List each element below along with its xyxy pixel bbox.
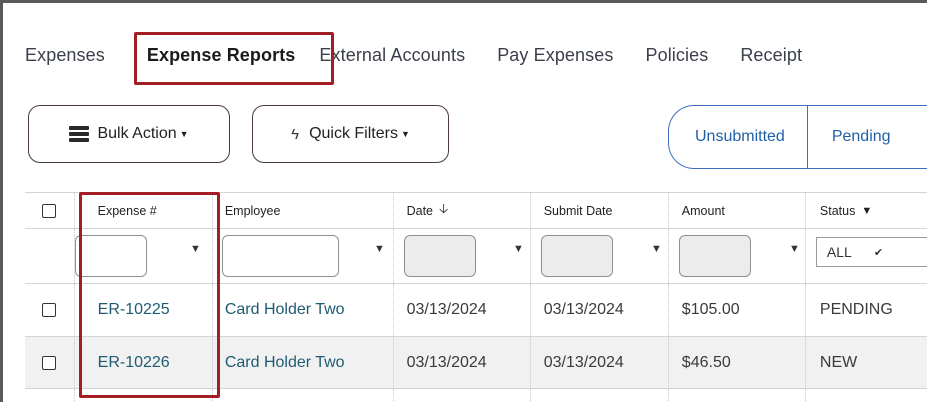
header-date[interactable]: Date 🡣 xyxy=(394,193,531,228)
employee-link[interactable]: Card Holder Two xyxy=(225,301,345,319)
header-submit-date-label: Submit Date xyxy=(543,203,613,218)
bulk-action-icon xyxy=(69,124,90,144)
tab-expenses[interactable]: Expenses xyxy=(25,45,105,66)
row-select-cell xyxy=(25,284,75,336)
date-value: 03/13/2024 xyxy=(406,353,487,371)
filter-submit-date-cell: ▼ xyxy=(531,229,669,283)
quick-filters-label: Quick Filters xyxy=(309,125,398,142)
amount-filter-input[interactable] xyxy=(678,235,751,277)
status-segmented-control: Unsubmitted Pending xyxy=(668,105,927,169)
sort-down-icon[interactable]: 🡣 xyxy=(439,200,448,222)
app-frame: Expenses Expense Reports External Accoun… xyxy=(0,0,927,402)
quick-filters-button[interactable]: ϟ Quick Filters ▼ xyxy=(252,105,449,163)
header-employee[interactable]: Employee xyxy=(213,193,394,228)
header-submit-date[interactable]: Submit Date xyxy=(531,193,669,228)
chevron-down-icon: ✔ xyxy=(873,246,884,259)
row-checkbox[interactable] xyxy=(42,355,57,370)
employee-filter-input[interactable] xyxy=(221,235,339,277)
header-amount[interactable]: Amount xyxy=(669,193,806,228)
amount-cell xyxy=(669,389,806,402)
date-value: 03/13/2024 xyxy=(406,301,487,318)
row-checkbox[interactable] xyxy=(42,303,57,317)
segment-pending[interactable]: Pending xyxy=(808,106,913,168)
status-cell: PENDING xyxy=(806,284,927,336)
filter-amount-cell: ▼ xyxy=(669,229,806,283)
filter-icon[interactable]: ▼ xyxy=(789,243,800,255)
submit-date-cell: 03/13/2024 xyxy=(531,284,669,336)
header-date-label: Date xyxy=(406,203,433,218)
filter-employee-cell: ▼ xyxy=(213,229,394,283)
status-cell: NEW xyxy=(806,337,927,388)
caret-down-icon: ▼ xyxy=(400,129,410,139)
header-select-cell xyxy=(25,193,75,228)
status-filter-select[interactable]: ALL ✔ xyxy=(815,237,927,267)
employee-cell xyxy=(213,389,394,402)
date-cell: 03/13/2024 xyxy=(394,337,531,388)
status-value: NEW xyxy=(819,353,858,371)
row-select-cell xyxy=(25,389,75,402)
tab-external-accounts[interactable]: External Accounts xyxy=(319,45,465,66)
lightning-icon: ϟ xyxy=(291,125,300,143)
status-filter-value: ALL xyxy=(826,244,852,260)
amount-cell: $105.00 xyxy=(669,284,806,336)
submit-date-filter-input[interactable] xyxy=(540,235,613,277)
segment-unsubmitted[interactable]: Unsubmitted xyxy=(669,106,808,168)
amount-value: $46.50 xyxy=(681,353,731,371)
submit-date-cell xyxy=(531,389,669,402)
employee-link[interactable]: Card Holder Two xyxy=(225,354,345,372)
date-filter-input[interactable] xyxy=(403,235,476,277)
row-select-cell xyxy=(25,337,75,388)
tab-receipt[interactable]: Receipt xyxy=(740,45,802,66)
filter-icon[interactable]: ▼ xyxy=(861,205,872,217)
filter-empty-cell xyxy=(25,229,75,283)
tab-highlight-box xyxy=(134,32,334,85)
date-cell: 03/13/2024 xyxy=(394,284,531,336)
header-status-label: Status xyxy=(819,203,856,218)
amount-value: $105.00 xyxy=(681,301,740,318)
amount-cell: $46.50 xyxy=(669,337,806,388)
date-cell xyxy=(394,389,531,402)
filter-icon[interactable]: ▼ xyxy=(374,243,385,255)
status-cell xyxy=(806,389,927,402)
select-all-checkbox[interactable] xyxy=(42,203,57,218)
employee-cell: Card Holder Two xyxy=(213,284,394,336)
filter-date-cell: ▼ xyxy=(394,229,531,283)
header-status[interactable]: Status ▼ xyxy=(806,193,927,228)
tab-pay-expenses[interactable]: Pay Expenses xyxy=(497,45,613,66)
bulk-action-button[interactable]: Bulk Action ▼ xyxy=(28,105,230,163)
submit-date-cell: 03/13/2024 xyxy=(531,337,669,388)
filter-icon[interactable]: ▼ xyxy=(513,243,524,255)
tab-policies[interactable]: Policies xyxy=(645,45,708,66)
filter-icon[interactable]: ▼ xyxy=(651,243,662,255)
header-employee-label: Employee xyxy=(224,203,281,218)
expense-number-column-highlight-box xyxy=(79,192,220,398)
bulk-action-label: Bulk Action xyxy=(97,125,177,142)
submit-date-value: 03/13/2024 xyxy=(543,301,624,318)
caret-down-icon: ▼ xyxy=(179,129,189,139)
filter-status-cell: ALL ✔ xyxy=(806,229,927,283)
employee-cell: Card Holder Two xyxy=(213,337,394,388)
status-value: PENDING xyxy=(819,301,893,318)
submit-date-value: 03/13/2024 xyxy=(543,353,624,371)
header-amount-label: Amount xyxy=(681,203,725,218)
